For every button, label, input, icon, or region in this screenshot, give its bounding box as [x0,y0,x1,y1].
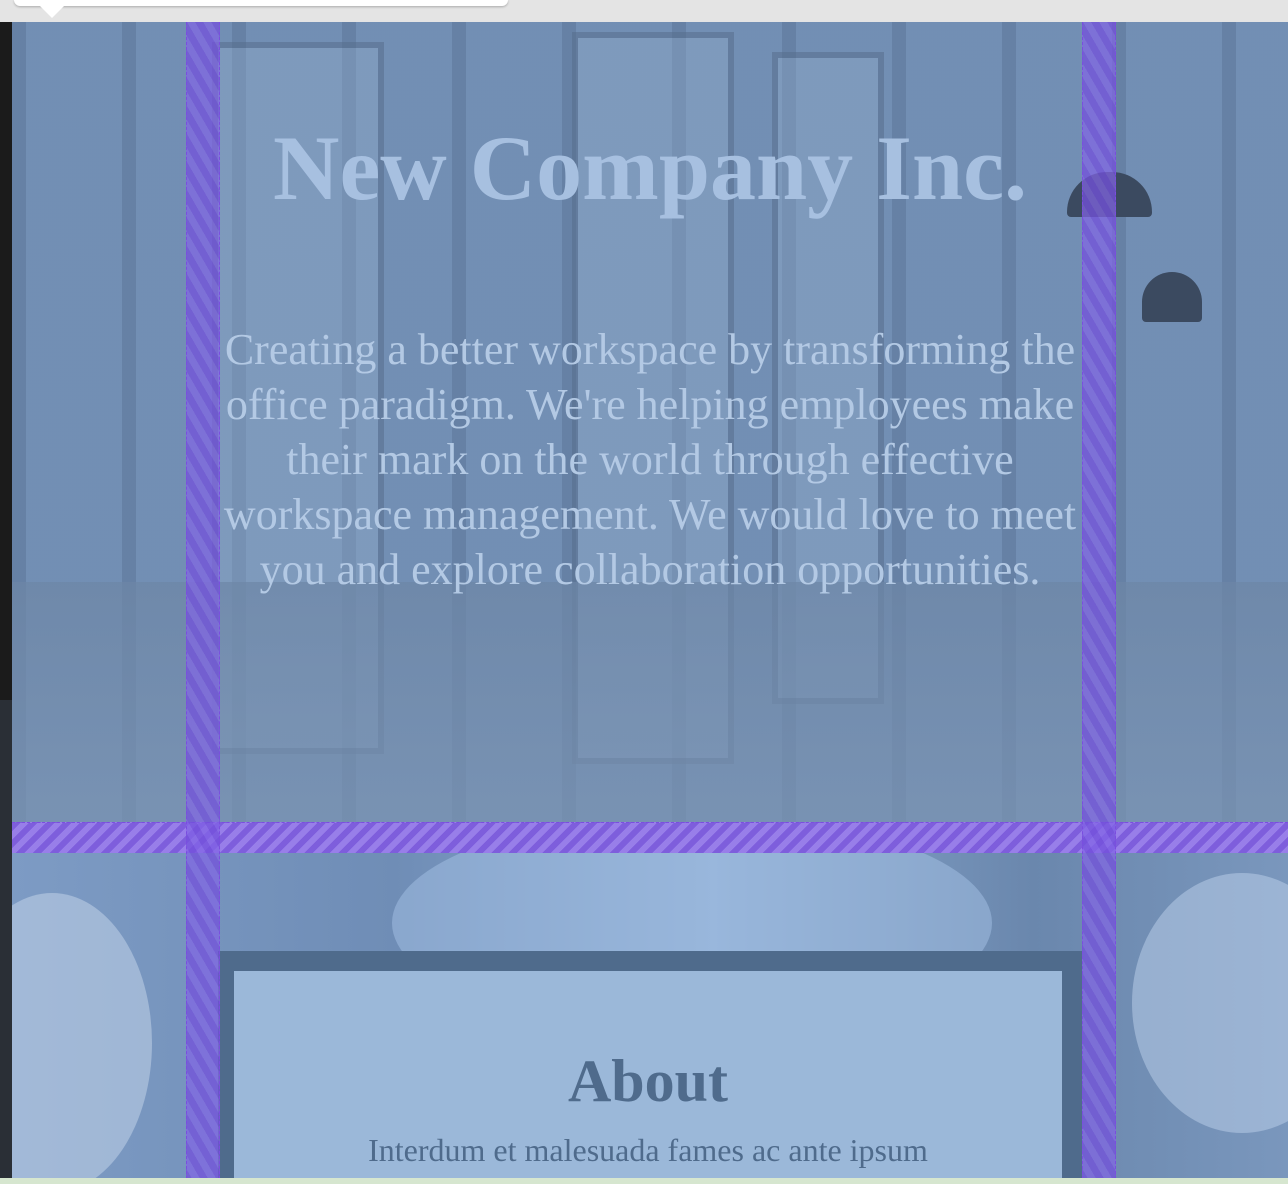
grid-column-gap-overlay [1082,22,1116,1184]
grid-column-gap-overlay [186,22,220,1184]
about-card: About Interdum et malesuada fames ac ant… [234,971,1062,1184]
hero-tagline: Creating a better workspace by transform… [223,325,1077,594]
bottom-strip [0,1178,1288,1184]
about-bg-shape [12,893,152,1184]
left-edge-lower [0,700,12,1184]
about-bg-shape [1132,873,1288,1133]
devtools-tooltip [14,0,508,6]
about-heading: About [567,1048,729,1114]
company-title: New Company Inc. [273,117,1027,219]
tooltip-arrow-icon [40,6,64,18]
lamp-icon [1142,272,1202,322]
about-body: Interdum et malesuada fames ac ante ipsu… [368,1132,928,1168]
